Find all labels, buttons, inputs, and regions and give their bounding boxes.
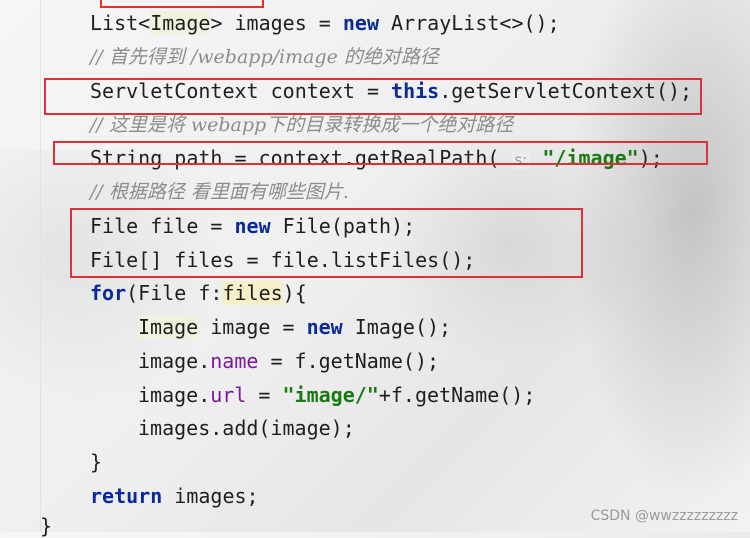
highlight-box-real-path bbox=[53, 141, 708, 165]
watermark: CSDN @wwzzzzzzzzz bbox=[590, 508, 738, 524]
code-line[interactable]: List<Image> images = new ArrayList<>(); bbox=[90, 11, 560, 35]
code-line[interactable]: return images; bbox=[90, 484, 259, 508]
code-line[interactable]: image.name = f.getName(); bbox=[138, 349, 439, 373]
code-line[interactable]: } bbox=[40, 514, 52, 538]
code-line[interactable]: images.add(image); bbox=[138, 416, 355, 440]
highlight-box-file-listing bbox=[70, 208, 583, 278]
code-line[interactable]: for(File f:files){ bbox=[90, 281, 307, 305]
code-line[interactable]: image.url = "image/"+f.getName(); bbox=[138, 383, 535, 407]
code-comment[interactable]: // 这里是将 webapp下的目录转换成一个绝对路径 bbox=[90, 113, 513, 137]
code-line[interactable]: Image image = new Image(); bbox=[138, 315, 451, 339]
code-line[interactable]: } bbox=[90, 450, 102, 474]
code-comment[interactable]: // 根据路径 看里面有哪些图片. bbox=[90, 180, 349, 204]
editor-gutter-line bbox=[40, 0, 41, 532]
code-comment[interactable]: // 首先得到 /webapp/image 的绝对路径 bbox=[90, 45, 439, 69]
highlight-box-fragment bbox=[100, 0, 264, 8]
highlight-box-servlet-context bbox=[44, 78, 702, 115]
